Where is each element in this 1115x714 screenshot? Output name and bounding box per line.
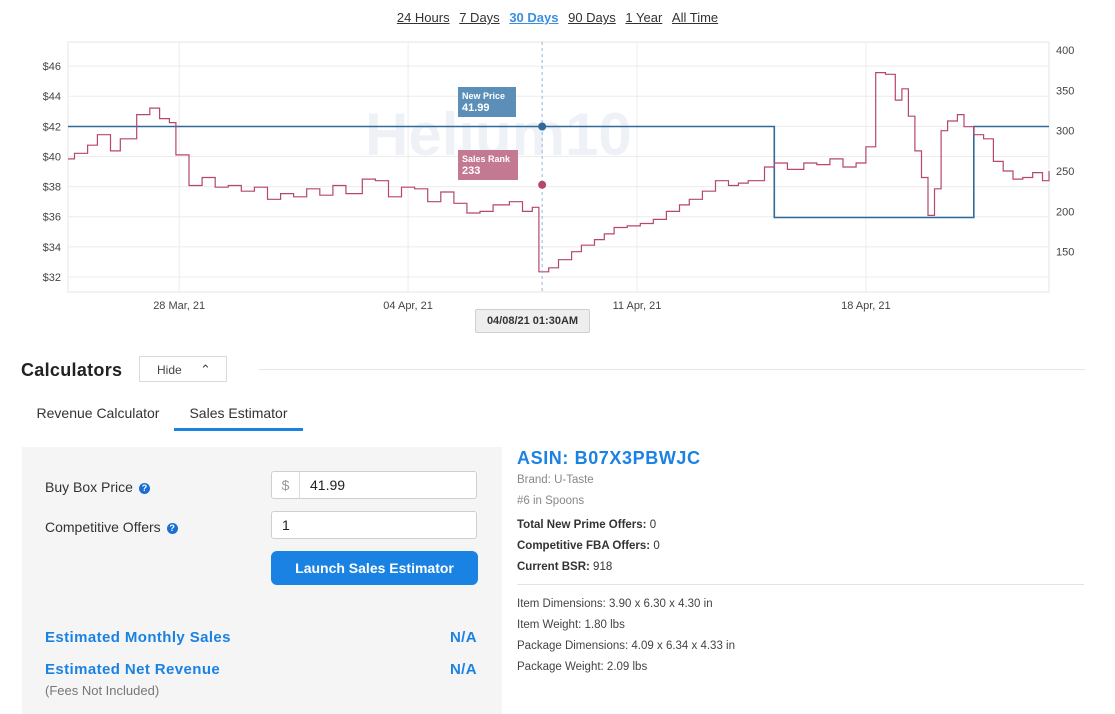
buy-box-price-text: Buy Box Price: [45, 479, 133, 495]
prime-offers-value: 0: [649, 519, 657, 531]
price-tooltip-label: New Price: [462, 91, 505, 101]
rank-category-text: #6 in Spoons: [517, 495, 585, 507]
y-left-tick-label: $32: [43, 272, 61, 284]
time-range-tabs: 24 Hours 7 Days 30 Days 90 Days 1 Year A…: [0, 10, 1115, 25]
range-tab-1y[interactable]: 1 Year: [625, 10, 662, 25]
competitive-offers-field[interactable]: [271, 511, 477, 539]
hide-label: Hide: [157, 363, 182, 377]
y-right-tick-label: 300: [1056, 126, 1074, 138]
y-left-tick-label: $40: [43, 151, 61, 163]
buy-box-price-field[interactable]: $: [271, 471, 477, 499]
y-right-tick-label: 200: [1056, 206, 1074, 218]
rank-tooltip-value: 233: [462, 165, 480, 177]
help-icon[interactable]: ?: [166, 523, 178, 534]
x-tick-label: 28 Mar, 21: [153, 300, 205, 312]
range-tab-30d[interactable]: 30 Days: [509, 10, 558, 25]
help-icon[interactable]: ?: [138, 483, 150, 494]
fba-offers-row: Competitive FBA Offers: 0: [517, 540, 660, 552]
x-tick-label: 04 Apr, 21: [383, 300, 433, 312]
item-weight: Item Weight: 1.80 lbs: [517, 619, 625, 631]
tab-sales-estimator[interactable]: Sales Estimator: [174, 398, 303, 431]
y-left-tick-label: $42: [43, 121, 61, 133]
estimated-net-revenue-label: Estimated Net Revenue: [45, 661, 221, 678]
range-tab-90d[interactable]: 90 Days: [568, 10, 616, 25]
buy-box-price-input[interactable]: [310, 472, 470, 498]
chevron-up-icon: ⌃: [200, 362, 211, 377]
bsr-value: 918: [593, 561, 613, 573]
rank-marker: [538, 180, 547, 189]
y-right-tick-label: 350: [1056, 85, 1074, 97]
estimated-monthly-sales-value: N/A: [449, 629, 477, 646]
y-left-tick-label: $44: [43, 91, 61, 103]
price-marker: [538, 122, 547, 131]
asin-title[interactable]: ASIN: B07X3PBWJC: [517, 448, 701, 469]
hover-date-label: 04/08/21 01:30AM: [475, 309, 590, 333]
competitive-offers-text: Competitive Offers: [45, 519, 161, 535]
competitive-offers-label: Competitive Offers?: [45, 519, 178, 535]
tab-revenue-calculator[interactable]: Revenue Calculator: [27, 398, 169, 431]
fees-note: (Fees Not Included): [45, 683, 160, 698]
competitive-offers-input[interactable]: [282, 512, 472, 538]
estimated-monthly-sales-label: Estimated Monthly Sales: [45, 629, 231, 646]
buy-box-price-label: Buy Box Price?: [45, 479, 150, 495]
y-left-tick-label: $38: [43, 182, 61, 194]
hide-button[interactable]: Hide ⌃: [139, 356, 227, 382]
prime-offers-label: Total New Prime Offers:: [517, 519, 647, 531]
calculators-title: Calculators: [21, 360, 123, 380]
chart-svg[interactable]: Helium10 28 Mar, 21 04 Apr, 21 11 Apr, 21 1…: [0, 40, 1115, 335]
brand-text: Brand: U-Taste: [517, 474, 594, 486]
x-tick-label: 18 Apr, 21: [841, 300, 891, 312]
package-weight: Package Weight: 2.09 lbs: [517, 661, 648, 673]
y-left-tick-label: $34: [43, 242, 61, 254]
y-left-tick-label: $46: [43, 61, 61, 73]
calculators-header: Calculators Hide ⌃: [21, 356, 1085, 386]
launch-sales-estimator-button[interactable]: Launch Sales Estimator: [271, 551, 478, 585]
y-right-tick-label: 250: [1056, 166, 1074, 178]
item-dimensions: Item Dimensions: 3.90 x 6.30 x 4.30 in: [517, 598, 713, 610]
y-left-tick-label: $36: [43, 212, 61, 224]
x-tick-label: 11 Apr, 21: [613, 300, 662, 312]
rank-tooltip: Sales Rank233: [458, 150, 518, 180]
sales-estimator-panel: Buy Box Price? $ Competitive Offers? Lau…: [22, 447, 502, 714]
price-tooltip: New Price41.99: [458, 87, 516, 117]
range-tab-24h[interactable]: 24 Hours: [397, 10, 450, 25]
y-right-tick-label: 150: [1056, 247, 1074, 259]
rank-tooltip-label: Sales Rank: [462, 154, 511, 164]
bsr-label: Current BSR:: [517, 561, 590, 573]
estimated-net-revenue-value: N/A: [449, 661, 477, 678]
divider: [517, 584, 1084, 585]
currency-prefix: $: [272, 472, 300, 498]
fba-offers-value: 0: [653, 540, 660, 552]
price-tooltip-value: 41.99: [462, 102, 490, 114]
range-tab-7d[interactable]: 7 Days: [459, 10, 499, 25]
y-right-tick-label: 400: [1056, 45, 1074, 57]
range-tab-all[interactable]: All Time: [672, 10, 718, 25]
package-dimensions: Package Dimensions: 4.09 x 6.34 x 4.33 i…: [517, 640, 735, 652]
prime-offers-row: Total New Prime Offers: 0: [517, 519, 656, 531]
fba-offers-label: Competitive FBA Offers:: [517, 540, 651, 552]
price-rank-chart[interactable]: Helium10 28 Mar, 21 04 Apr, 21 11 Apr, 21 1…: [0, 40, 1115, 335]
bsr-row: Current BSR: 918: [517, 561, 612, 573]
divider: [259, 369, 1085, 370]
